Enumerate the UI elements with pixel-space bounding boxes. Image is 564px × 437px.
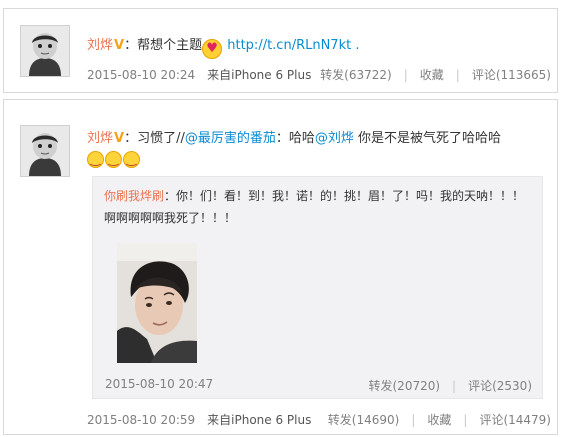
post-source[interactable]: 来自iPhone 6 Plus [207, 68, 311, 82]
comment-button[interactable]: 评论(2530) [468, 379, 532, 393]
post-body-a: 习惯了// [137, 131, 185, 146]
laughing-emoji-icon: ‿ [123, 151, 140, 168]
repost-button[interactable]: 转发(63722) [320, 68, 392, 82]
laughing-emoji-icon: ‿ [105, 151, 122, 168]
author-name[interactable]: 刘烨 [87, 131, 113, 146]
post-text: 刘烨V：帮想个主题 ♥ http://t.cn/RLnN7kt . [87, 34, 359, 59]
feed-card-2: 刘烨V：习惯了//@最厉害的番茄：哈哈@刘烨 你是不是被气死了哈哈哈 ‿ ‿ ‿ 你… [3, 99, 558, 435]
post-meta: 2015-08-10 20:24 来自iPhone 6 Plus [87, 66, 311, 83]
post-body: 帮想个主题 [137, 38, 203, 53]
heart-eyes-emoji-icon: ♥ [202, 39, 223, 59]
divider: | [452, 379, 457, 393]
avatar-baby-icon [21, 26, 69, 76]
author-name[interactable]: 刘烨 [87, 38, 113, 53]
repost-time[interactable]: 2015-08-10 20:47 [105, 377, 213, 391]
post-meta: 2015-08-10 20:59 来自iPhone 6 Plus [87, 411, 311, 428]
post-body-b: ：哈哈 [275, 131, 315, 146]
comment-button[interactable]: 评论(113665) [472, 68, 551, 82]
post-body-c: 你是不是被气死了哈哈哈 [353, 131, 502, 146]
divider: | [463, 413, 468, 427]
short-link[interactable]: http://t.cn/RLnN7kt [227, 38, 351, 53]
post-time[interactable]: 2015-08-10 20:24 [87, 68, 195, 82]
repost-author-name[interactable]: 你刷我烨刷 [104, 189, 164, 203]
favorite-button[interactable]: 收藏 [420, 68, 444, 82]
repost-text: 你刷我烨刷：你！们！看！到！我！诺！的！挑！眉！了！吗！我的天呐！！！啊啊啊啊啊… [104, 185, 529, 229]
post-actions: 转发(63722) | 收藏 | 评论(113665) [320, 66, 551, 83]
post-actions: 转发(14690) | 收藏 | 评论(14479) [328, 411, 551, 428]
repost-button[interactable]: 转发(20720) [369, 379, 441, 393]
divider: | [411, 413, 416, 427]
divider: | [455, 68, 460, 82]
avatar[interactable] [20, 125, 70, 177]
avatar[interactable] [20, 25, 70, 77]
emoji-row: ‿ ‿ ‿ [87, 149, 141, 168]
post-text: 刘烨V：习惯了//@最厉害的番茄：哈哈@刘烨 你是不是被气死了哈哈哈 [87, 127, 501, 146]
colon: ： [124, 131, 138, 146]
repost-button[interactable]: 转发(14690) [328, 413, 400, 427]
repost-actions: 转发(20720) | 评论(2530) [369, 377, 533, 394]
link-trailing: . [351, 38, 360, 53]
repost-photo[interactable] [117, 243, 197, 363]
colon: ： [164, 189, 177, 203]
avatar-baby-icon [21, 126, 69, 176]
mention-link[interactable]: @最厉害的番茄 [185, 131, 276, 146]
laughing-emoji-icon: ‿ [87, 151, 104, 168]
favorite-button[interactable]: 收藏 [427, 413, 451, 427]
vip-badge-icon: V [114, 38, 125, 53]
repost-meta: 2015-08-10 20:47 [105, 377, 213, 391]
boy-photo-icon [117, 243, 197, 363]
feed-card-1: 刘烨V：帮想个主题 ♥ http://t.cn/RLnN7kt . 2015-08… [3, 8, 558, 93]
vip-badge-icon: V [114, 131, 125, 146]
colon: ： [124, 38, 138, 53]
mention-link[interactable]: @刘烨 [315, 131, 354, 146]
post-time[interactable]: 2015-08-10 20:59 [87, 413, 195, 427]
comment-button[interactable]: 评论(14479) [479, 413, 551, 427]
divider: | [403, 68, 408, 82]
post-source[interactable]: 来自iPhone 6 Plus [207, 413, 311, 427]
repost-box: 你刷我烨刷：你！们！看！到！我！诺！的！挑！眉！了！吗！我的天呐！！！啊啊啊啊啊… [92, 176, 543, 399]
